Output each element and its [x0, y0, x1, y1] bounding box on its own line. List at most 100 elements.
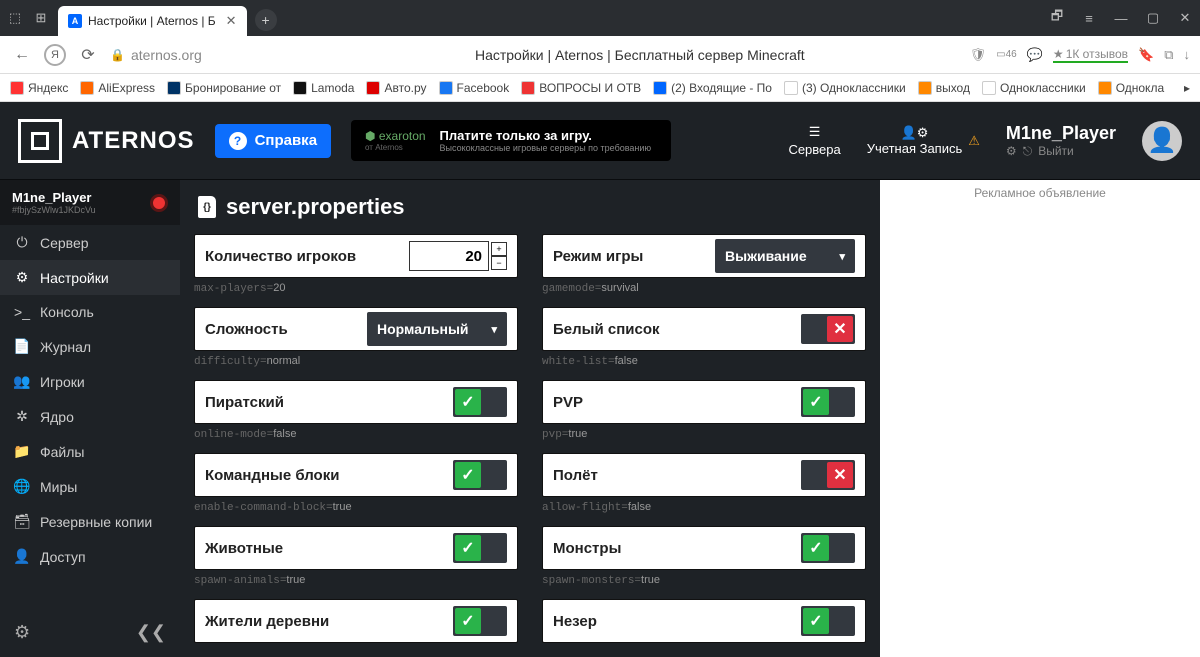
property-label: Количество игроков [205, 248, 409, 265]
bookmark-icon[interactable]: 🔖 [1138, 47, 1154, 63]
gamemode-select[interactable]: Выживание▾ [715, 239, 855, 273]
avatar[interactable]: 👤 [1142, 121, 1182, 161]
sidebar-item[interactable]: ⏻Сервер [0, 225, 180, 260]
chevron-down-icon: ▾ [839, 250, 845, 263]
status-dot-icon[interactable] [150, 194, 168, 212]
property-code: gamemode=survival [542, 282, 866, 295]
sidebar-item-label: Доступ [40, 549, 86, 565]
back-button[interactable]: ← [10, 43, 34, 67]
bookmark-item[interactable]: выход [918, 81, 970, 95]
signout-link[interactable]: ⚙ ⎋ Выйти [1006, 144, 1074, 159]
account-link[interactable]: 👤⚙ Учетная Запись ⚠ [867, 125, 980, 156]
bookmark-item[interactable]: (2) Входящие - По [653, 81, 772, 95]
bookmarks-bar: Яндекс AliExpress Бронирование от Lamoda Авт… [0, 74, 1200, 102]
sidebar-item-label: Консоль [40, 304, 94, 320]
sidebar-item[interactable]: 📁Файлы [0, 434, 180, 469]
toggle[interactable]: ✕ [801, 460, 855, 490]
sidebar-item-label: Резервные копии [40, 514, 152, 530]
property: Сложность Нормальный▾difficulty=normal [194, 307, 518, 368]
sidebar-item-label: Файлы [40, 444, 84, 460]
site-header: ATERNOS ? Справка ⬢ exaroton от Aternos … [0, 102, 1200, 180]
bookmark-item[interactable]: ВОПРОСЫ И ОТВ [521, 81, 641, 95]
toggle[interactable]: ✓ [801, 387, 855, 417]
property-code: online-mode=false [194, 428, 518, 441]
download-icon[interactable]: ↓ [1184, 47, 1191, 62]
sidebar-item[interactable]: 🗃Резервные копии [0, 504, 180, 539]
banner-subtitle: Высококлассные игровые серверы по требов… [440, 143, 652, 153]
toggle[interactable]: ✓ [453, 387, 507, 417]
sidebar-item[interactable]: 🌐Миры [0, 469, 180, 504]
maximize-icon[interactable]: ▢ [1144, 9, 1162, 27]
user-gear-icon: 👤⚙ [901, 125, 929, 141]
difficulty-select[interactable]: Нормальный▾ [367, 312, 507, 346]
browser-titlebar: ⬚ ⊞ A Настройки | Aternos | Б ✕ + 🗗 ≡ — … [0, 0, 1200, 36]
chevron-down-icon: ▾ [491, 323, 497, 336]
sidebar-item[interactable]: ⚙Настройки [0, 260, 180, 295]
brand-logo[interactable]: ATERNOS [18, 119, 195, 163]
collapse-sidebar-icon[interactable]: ❮❮ [136, 622, 166, 643]
servers-link[interactable]: ☰ Сервера [788, 124, 840, 157]
address-bar[interactable]: 🔒 aternos.org [110, 47, 310, 63]
property-code: max-players=20 [194, 282, 518, 295]
rating-badge[interactable]: ★1К отзывов [1053, 47, 1128, 63]
extensions-icon[interactable]: ⧉ [1164, 47, 1173, 63]
counter-icon[interactable]: ▭46 [996, 49, 1017, 60]
bookmark-item[interactable]: Бронирование от [167, 81, 281, 95]
tab-title: Настройки | Aternos | Б [88, 14, 216, 28]
bookmark-item[interactable]: (3) Одноклассники [784, 81, 906, 95]
logo-mark-icon [18, 119, 62, 163]
toggle[interactable]: ✓ [453, 606, 507, 636]
property: PVP✓pvp=true [542, 380, 866, 441]
bookmarks-overflow-icon[interactable]: ▸ [1184, 81, 1190, 95]
toggle[interactable]: ✕ [801, 314, 855, 344]
sidebar-item[interactable]: 👥Игроки [0, 364, 180, 399]
sidebar-item-icon: 👥 [14, 373, 30, 390]
bookmark-item[interactable]: Одноклассники [982, 81, 1086, 95]
banner-brand: ⬢ exaroton [365, 129, 426, 143]
bookmark-item[interactable]: Facebook [439, 81, 510, 95]
property: Пиратский✓online-mode=false [194, 380, 518, 441]
new-tab-button[interactable]: + [255, 9, 277, 31]
help-button[interactable]: ? Справка [215, 124, 331, 158]
property: Животные✓spawn-animals=true [194, 526, 518, 587]
step-up[interactable]: + [491, 242, 507, 256]
window-icon[interactable]: ⬚ [6, 9, 24, 27]
browser-tab[interactable]: A Настройки | Aternos | Б ✕ [58, 6, 247, 36]
question-icon: ? [229, 132, 247, 150]
bookmark-item[interactable]: AliExpress [80, 81, 155, 95]
comment-icon[interactable]: 💬 [1027, 47, 1043, 63]
bookmark-item[interactable]: Однокла [1098, 81, 1164, 95]
sidebar-server-id: #fbjySzWlw1JKDcVu [12, 205, 96, 215]
home-button[interactable]: Я [44, 44, 66, 66]
sidebar-item-label: Настройки [40, 270, 109, 286]
sidebar-header: M1ne_Player #fbjySzWlw1JKDcVu [0, 180, 180, 225]
sidebar-item[interactable]: ✲Ядро [0, 399, 180, 434]
sidebar-item[interactable]: 👤Доступ [0, 539, 180, 574]
bookmark-item[interactable]: Авто.ру [366, 81, 426, 95]
close-window-icon[interactable]: ✕ [1176, 9, 1194, 27]
menu-icon[interactable]: ≡ [1080, 9, 1098, 27]
restore-icon[interactable]: 🗗 [1048, 9, 1066, 27]
window-add-icon[interactable]: ⊞ [32, 9, 50, 27]
content-panel: {} server.properties Количество игроков … [180, 180, 880, 657]
shield-icon[interactable]: 🛡 [970, 47, 987, 63]
property-code: enable-command-block=true [194, 501, 518, 514]
bookmark-item[interactable]: Lamoda [293, 81, 354, 95]
tab-close-icon[interactable]: ✕ [226, 13, 237, 29]
sidebar-item[interactable]: 📄Журнал [0, 329, 180, 364]
toggle[interactable]: ✓ [453, 533, 507, 563]
promo-banner[interactable]: ⬢ exaroton от Aternos Платите только за … [351, 120, 671, 161]
toggle[interactable]: ✓ [801, 606, 855, 636]
minimize-icon[interactable]: — [1112, 9, 1130, 27]
settings-icon[interactable]: ⚙ [14, 622, 30, 643]
property: Жители деревни✓ [194, 599, 518, 647]
toggle[interactable]: ✓ [801, 533, 855, 563]
sidebar-item[interactable]: >_Консоль [0, 295, 180, 329]
toggle[interactable]: ✓ [453, 460, 507, 490]
property: Монстры✓spawn-monsters=true [542, 526, 866, 587]
step-down[interactable]: − [491, 256, 507, 270]
reload-button[interactable]: ⟳ [76, 43, 100, 67]
max-players-input[interactable] [409, 241, 489, 271]
bookmark-item[interactable]: Яндекс [10, 81, 68, 95]
url-text: aternos.org [131, 47, 202, 63]
